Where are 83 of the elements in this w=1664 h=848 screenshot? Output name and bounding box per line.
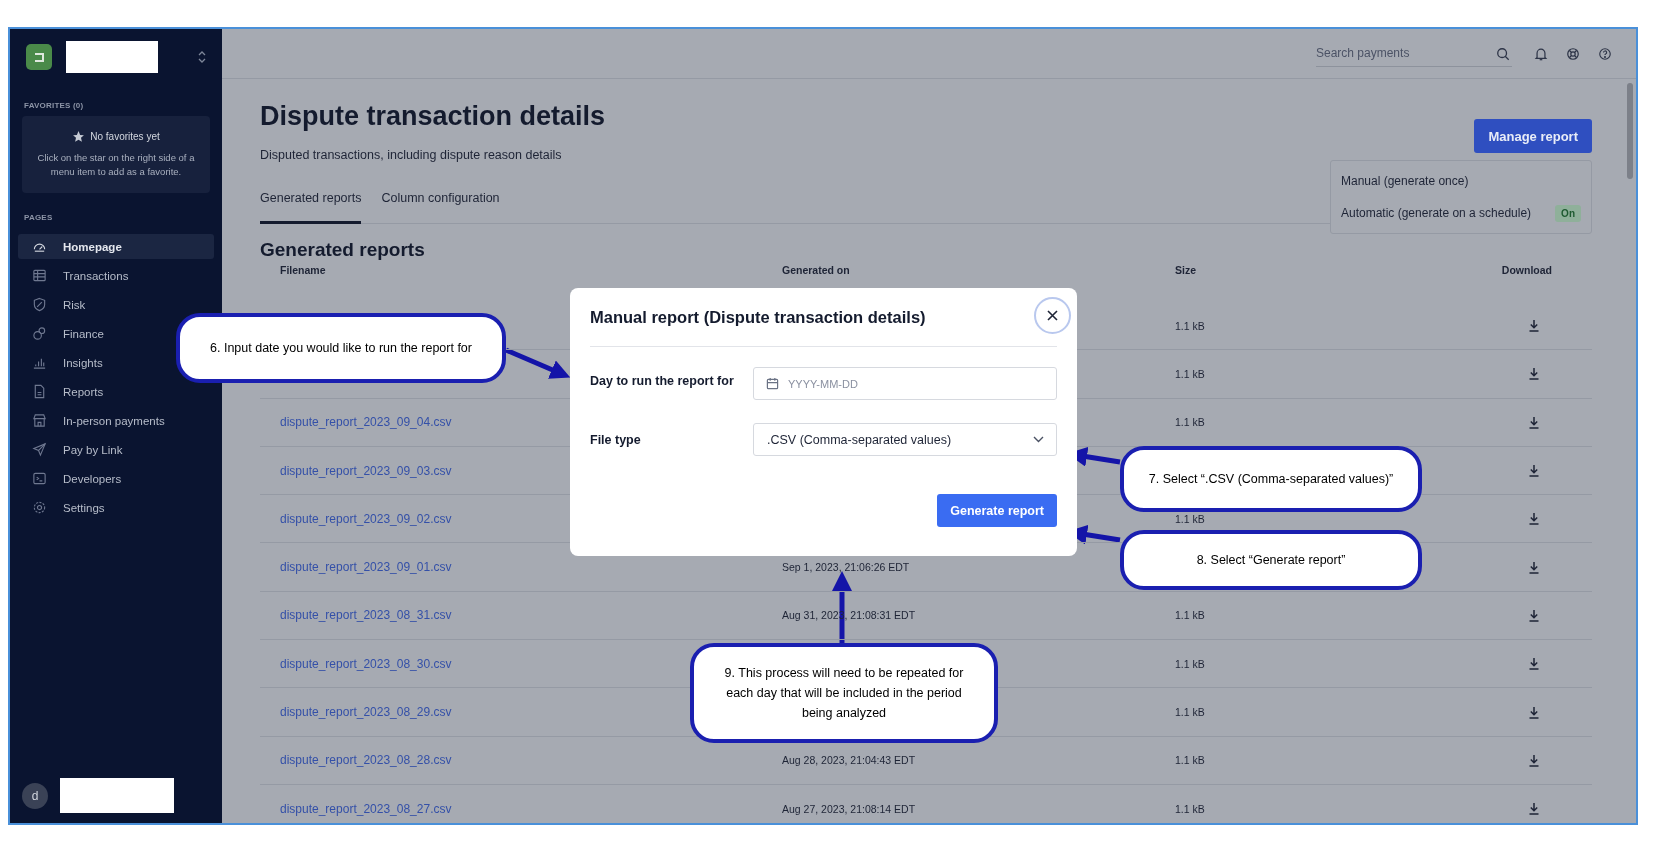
- menu-item[interactable]: Automatic (generate on a schedule): [1341, 206, 1532, 220]
- chevron-updown-icon[interactable]: [198, 51, 206, 63]
- search-field[interactable]: Search payments: [1316, 40, 1512, 67]
- nav-item[interactable]: Reports: [18, 379, 118, 404]
- paper-plane-icon: [32, 442, 47, 457]
- help-icon[interactable]: [1598, 46, 1612, 61]
- generate-report-button[interactable]: Generate report: [937, 494, 1057, 527]
- table-cell: Aug 28, 2023, 21:04:43 EDT: [782, 754, 916, 767]
- download-icon[interactable]: [1528, 657, 1540, 671]
- table-cell: 1.1 kB: [1175, 319, 1205, 332]
- table-cell: 1.1 kB: [1175, 802, 1205, 815]
- column-header: Filename: [280, 264, 326, 276]
- arrow: [505, 347, 571, 379]
- nav-item[interactable]: Developers: [18, 466, 136, 491]
- column-header: Size: [1175, 264, 1196, 276]
- download-icon[interactable]: [1528, 608, 1540, 622]
- nav-item[interactable]: Finance: [18, 321, 118, 346]
- scrollbar[interactable]: [1627, 83, 1633, 179]
- callout: 6. Input date you would like to run the report for: [176, 313, 506, 383]
- calendar-icon: [766, 377, 779, 390]
- table-cell: 1.1 kB: [1175, 416, 1205, 429]
- download-icon[interactable]: [1528, 512, 1540, 526]
- empty-hint: Click on the star on the right side of a menu item to add as a favorite.: [36, 151, 196, 179]
- star-icon: [72, 130, 86, 143]
- close-button[interactable]: [1034, 296, 1071, 334]
- bell-icon[interactable]: [1534, 46, 1548, 61]
- table-cell: 1.1 kB: [1175, 609, 1205, 622]
- callout: 9. This process will need to be repeated for each day that will be included in the period being analyzed: [690, 643, 998, 743]
- tab[interactable]: Column configuration: [381, 185, 500, 224]
- callout: 8. Select “Generate report”: [1120, 530, 1422, 590]
- section-heading: PAGES: [23, 212, 54, 224]
- shield-icon: [32, 297, 47, 312]
- manage-report-button[interactable]: Manage report: [1474, 119, 1592, 153]
- chevron-down-icon: [1033, 436, 1044, 443]
- nav-item[interactable]: Risk: [18, 292, 100, 317]
- nav-item[interactable]: Homepage: [18, 234, 214, 259]
- table-cell: 1.1 kB: [1175, 706, 1205, 718]
- nav-item[interactable]: Pay by Link: [18, 437, 137, 462]
- download-icon[interactable]: [1528, 705, 1540, 719]
- tab[interactable]: Generated reports: [260, 185, 362, 224]
- page-title: Dispute transaction details: [260, 100, 606, 133]
- download-icon[interactable]: [1528, 753, 1540, 767]
- download-icon[interactable]: [1528, 802, 1540, 816]
- section-heading: FAVORITES (0): [23, 100, 85, 112]
- field-label: Day to run the report for: [590, 373, 735, 390]
- table-cell: Aug 27, 2023, 21:08:14 EDT: [782, 802, 916, 815]
- download-icon[interactable]: [1528, 560, 1540, 574]
- nav-item[interactable]: Settings: [18, 495, 119, 520]
- store-icon: [32, 413, 47, 428]
- download-icon[interactable]: [1528, 464, 1540, 478]
- nav-item[interactable]: Transactions: [18, 263, 143, 288]
- lifebuoy-icon[interactable]: [1566, 46, 1580, 61]
- file-type-select[interactable]: .CSV (Comma-separated values): [753, 423, 1057, 456]
- table-cell: 1.1 kB: [1175, 657, 1205, 670]
- gear-icon: [32, 500, 47, 515]
- close-icon: [1047, 309, 1058, 321]
- table-cell: 1.1 kB: [1175, 367, 1205, 380]
- coins-icon: [32, 326, 47, 341]
- nav-item[interactable]: In-person payments: [18, 408, 179, 433]
- download-icon[interactable]: [1528, 319, 1540, 333]
- column-header: Generated on: [782, 264, 850, 276]
- section-title: Generated reports: [260, 238, 426, 262]
- dialog-title: Manual report (Dispute transaction details): [590, 307, 926, 327]
- terminal-icon: [32, 471, 47, 486]
- column-header: Download: [1501, 264, 1552, 276]
- callout: 7. Select “.CSV (Comma-separated values)”: [1120, 446, 1422, 512]
- table-cell: 1.1 kB: [1175, 512, 1205, 525]
- table-cell: Sep 1, 2023, 21:06:26 EDT: [782, 561, 910, 574]
- table-icon: [32, 268, 47, 283]
- logo-icon: [26, 44, 52, 70]
- download-icon[interactable]: [1528, 367, 1540, 381]
- search-icon: [1496, 46, 1510, 61]
- date-field[interactable]: YYYY-MM-DD: [753, 367, 1057, 400]
- field-label: File type: [590, 431, 642, 449]
- page-subtitle: Disputed transactions, including dispute reason details: [260, 147, 563, 163]
- status-badge: On: [1555, 204, 1581, 222]
- menu-item[interactable]: Manual (generate once): [1341, 174, 1469, 188]
- download-icon[interactable]: [1528, 415, 1540, 429]
- document-icon: [32, 384, 47, 399]
- table-cell: 1.1 kB: [1175, 754, 1205, 767]
- nav-item[interactable]: Insights: [18, 350, 117, 375]
- empty-title: No favorites yet: [90, 131, 160, 142]
- user-avatar[interactable]: d: [22, 782, 48, 809]
